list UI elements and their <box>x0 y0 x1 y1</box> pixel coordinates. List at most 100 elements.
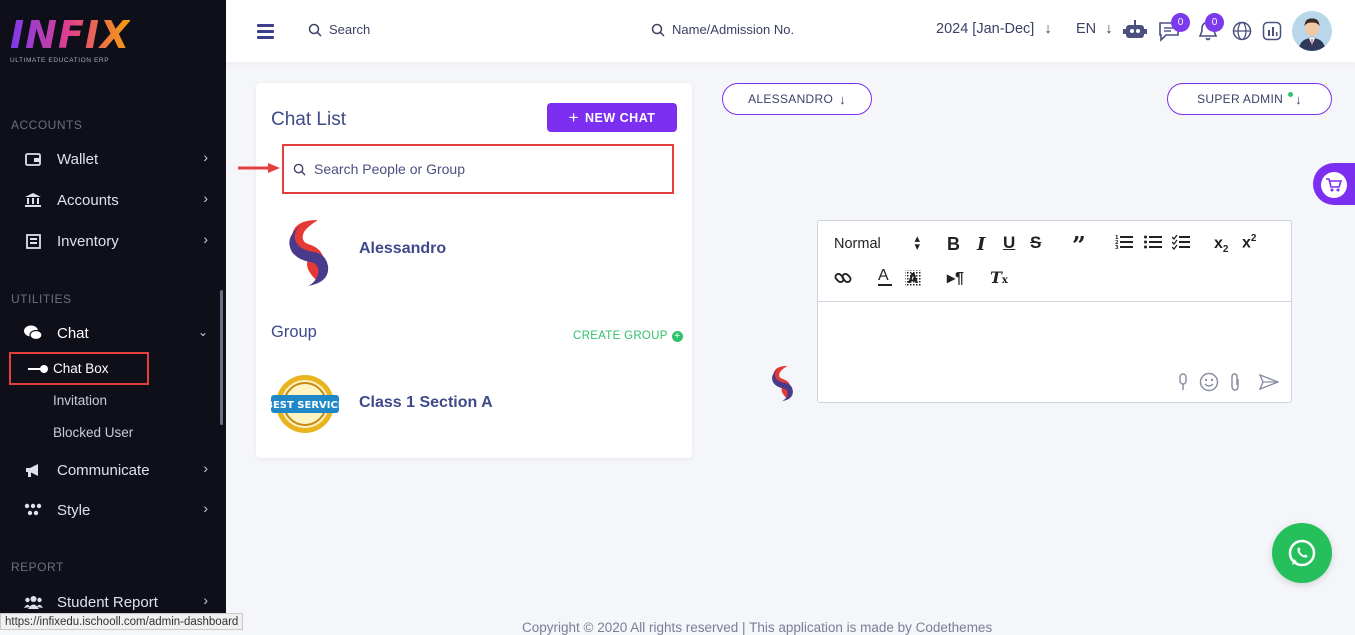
bullet-list-icon[interactable] <box>1144 234 1162 255</box>
send-icon[interactable] <box>1259 374 1279 390</box>
brand-logo[interactable]: INFIX ULTIMATE EDUCATION ERP <box>10 16 130 64</box>
wallet-icon <box>22 150 44 168</box>
group-avatar-class-1-section-a[interactable]: BEST SERVICE <box>265 373 345 435</box>
search-icon <box>651 23 665 37</box>
chat-list-title: Chat List <box>271 109 346 130</box>
text-color-icon[interactable]: A <box>878 267 892 286</box>
chat-list-card: Chat List + NEW CHAT Alessandro Group CR… <box>256 83 692 458</box>
bold-icon[interactable]: B <box>947 234 960 255</box>
sidebar-item-label: Student Report <box>57 593 158 611</box>
sidebar: INFIX ULTIMATE EDUCATION ERP ACCOUNTS Wa… <box>0 0 226 630</box>
microphone-icon[interactable] <box>1177 373 1189 391</box>
sidebar-item-communicate[interactable]: Communicate › <box>22 458 212 482</box>
sidebar-scrollbar[interactable] <box>220 290 223 425</box>
search-icon <box>293 163 306 176</box>
arrow-down-icon: ↓ <box>839 91 846 107</box>
new-chat-button[interactable]: + NEW CHAT <box>547 103 677 132</box>
global-search[interactable]: Search <box>308 22 370 37</box>
sidebar-item-chat[interactable]: Chat ⌄ <box>22 321 212 345</box>
chevron-right-icon: › <box>203 500 208 516</box>
new-chat-label: NEW CHAT <box>585 110 656 125</box>
chevron-right-icon: › <box>203 592 208 608</box>
student-search[interactable]: Name/Admission No. <box>651 22 794 37</box>
stats-icon[interactable] <box>1262 21 1282 46</box>
user-avatar[interactable] <box>1292 11 1332 51</box>
clear-format-icon[interactable]: Tx <box>990 268 1008 287</box>
globe-icon[interactable] <box>1232 21 1252 46</box>
superscript-icon[interactable]: x2 <box>1242 233 1256 252</box>
svg-text:A: A <box>908 272 918 287</box>
student-search-label: Name/Admission No. <box>672 22 795 37</box>
format-select[interactable]: Normal ▴ ▾ <box>834 233 920 253</box>
create-group-label: CREATE GROUP <box>573 330 668 342</box>
sidebar-item-accounts[interactable]: Accounts › <box>22 188 212 212</box>
whatsapp-icon <box>1288 539 1316 567</box>
sidebar-item-label: Inventory <box>57 232 119 250</box>
underline-icon[interactable]: U <box>1003 233 1015 253</box>
whatsapp-button[interactable] <box>1272 523 1332 583</box>
attachment-icon[interactable] <box>1229 373 1241 391</box>
strikethrough-icon[interactable]: S <box>1030 233 1041 253</box>
status-bar-url: https://infixedu.ischooll.com/admin-dash… <box>0 613 244 630</box>
sidebar-item-student-report[interactable]: Student Report › <box>22 590 212 614</box>
italic-icon[interactable]: I <box>977 234 985 255</box>
sidebar-subitem-blocked-user[interactable]: Blocked User <box>53 425 133 440</box>
text-direction-icon[interactable]: ▸¶ <box>947 268 964 288</box>
language-value: EN <box>1076 21 1097 37</box>
academic-year-select[interactable]: 2024 [Jan-Dec] ↓ <box>936 21 1052 37</box>
sidebar-item-label: Wallet <box>57 150 99 168</box>
role-name: SUPER ADMIN <box>1197 92 1284 106</box>
arrow-down-icon: ↓ <box>1105 21 1113 37</box>
inventory-icon <box>22 232 44 250</box>
sidebar-item-label: Style <box>57 501 91 519</box>
language-select[interactable]: EN ↓ <box>1076 21 1112 37</box>
chevron-right-icon: › <box>203 190 208 206</box>
format-select-value: Normal <box>834 236 881 252</box>
sidebar-subitem-chat-box[interactable]: Chat Box <box>53 361 109 376</box>
link-icon[interactable] <box>834 269 852 292</box>
red-arrow-annotation <box>238 163 280 173</box>
brand-name: INFIX <box>10 13 131 57</box>
role-select[interactable]: SUPER ADMIN ↓ <box>1167 83 1332 115</box>
bank-icon <box>22 191 44 209</box>
emoji-icon[interactable] <box>1199 372 1219 392</box>
message-editor: Normal ▴ ▾ B I U S ” 123 x2 x2 A A ▸¶ Tx <box>817 220 1292 403</box>
robot-icon[interactable] <box>1123 19 1147 46</box>
editor-toolbar: Normal ▴ ▾ B I U S ” 123 x2 x2 A A ▸¶ Tx <box>818 221 1291 302</box>
checklist-icon[interactable] <box>1171 234 1190 255</box>
subscript-icon[interactable]: x2 <box>1214 235 1228 255</box>
svg-text:BEST SERVICE: BEST SERVICE <box>271 400 339 411</box>
editor-actions <box>1177 372 1279 392</box>
cart-float-button[interactable] <box>1313 163 1355 205</box>
footer-copyright: Copyright © 2020 All rights reserved | T… <box>522 620 993 635</box>
chevron-down-icon: ⌄ <box>197 325 208 339</box>
sidebar-item-label: Accounts <box>57 191 119 209</box>
ordered-list-icon[interactable]: 123 <box>1115 234 1133 255</box>
section-label-report: REPORT <box>11 560 64 574</box>
sidebar-item-inventory[interactable]: Inventory › <box>22 229 212 253</box>
plus-icon: + <box>568 107 579 127</box>
contact-name[interactable]: Alessandro <box>359 240 446 258</box>
chevron-right-icon: › <box>203 460 208 476</box>
sidebar-item-wallet[interactable]: Wallet › <box>22 147 212 171</box>
arrow-down-icon: ↓ <box>1044 21 1052 37</box>
background-color-icon[interactable]: A <box>904 269 922 292</box>
sidebar-subitem-invitation[interactable]: Invitation <box>53 393 107 408</box>
menu-toggle-icon[interactable] <box>257 24 274 42</box>
active-indicator-dot <box>40 365 48 373</box>
create-group-link[interactable]: CREATE GROUP + <box>573 330 683 342</box>
chat-search-input[interactable] <box>314 161 644 177</box>
group-section-title: Group <box>271 323 317 341</box>
recipient-select[interactable]: ALESSANDRO ↓ <box>722 83 872 115</box>
chevron-right-icon: › <box>203 231 208 247</box>
plus-circle-icon: + <box>671 330 683 342</box>
section-label-utilities: UTILITIES <box>11 292 72 306</box>
sidebar-item-style[interactable]: Style › <box>22 498 212 522</box>
topbar: Search Name/Admission No. 2024 [Jan-Dec]… <box>226 0 1355 62</box>
quote-icon[interactable]: ” <box>1072 231 1086 260</box>
contact-avatar-alessandro[interactable] <box>278 216 334 288</box>
section-label-accounts: ACCOUNTS <box>11 118 83 132</box>
group-name[interactable]: Class 1 Section A <box>359 394 493 412</box>
updown-icon: ▴ ▾ <box>914 233 920 253</box>
chevron-right-icon: › <box>203 149 208 165</box>
